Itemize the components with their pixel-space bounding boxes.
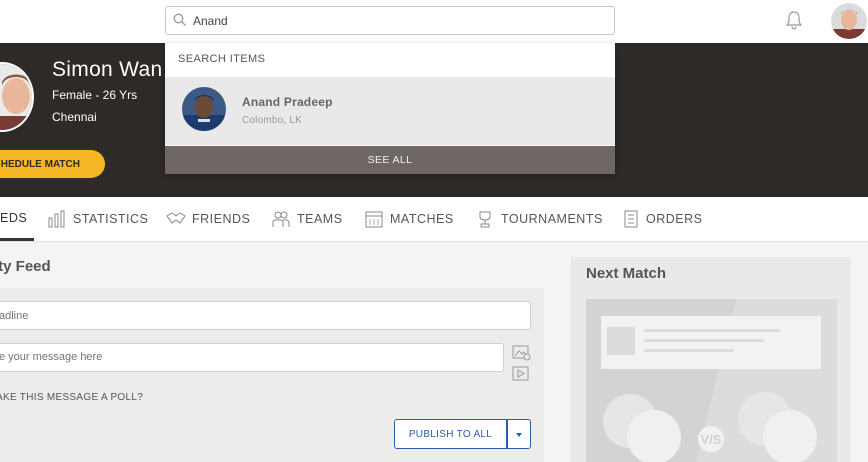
tab-label: ORDERS [646, 212, 703, 226]
calendar-icon [365, 211, 383, 228]
next-match-title: Next Match [586, 265, 667, 282]
bell-icon[interactable] [785, 10, 803, 30]
tab-label: EDS [0, 210, 28, 225]
message-input[interactable] [0, 343, 504, 372]
poll-toggle-label[interactable]: AKE THIS MESSAGE A POLL? [0, 392, 143, 403]
schedule-match-button[interactable]: HEDULE MATCH [0, 150, 105, 178]
tab-teams[interactable]: TEAMS [271, 197, 343, 241]
activity-feed-title: ity Feed [0, 258, 51, 275]
search-icon [173, 13, 186, 26]
user-avatar[interactable] [831, 3, 867, 39]
team-icon [272, 211, 290, 227]
next-match-card[interactable]: V/S [586, 299, 837, 462]
profile-city: Chennai [52, 110, 97, 124]
result-location: Colombo, LK [242, 115, 303, 126]
handshake-icon [166, 212, 186, 224]
top-bar [0, 0, 868, 43]
trophy-icon [479, 211, 491, 228]
tab-label: FRIENDS [192, 212, 251, 226]
search-result-item[interactable]: Anand Pradeep Colombo, LK [165, 77, 615, 145]
tab-label: TEAMS [297, 212, 343, 226]
see-all-button[interactable]: SEE ALL [165, 146, 615, 174]
bar-chart-icon [48, 210, 65, 228]
profile-tabs: EDS STATISTICS FRIENDS TEAMS MATCHES TOU… [0, 197, 868, 242]
search-box[interactable] [165, 6, 615, 35]
tab-label: STATISTICS [73, 212, 149, 226]
headline-input[interactable] [0, 301, 531, 330]
publish-options-dropdown[interactable] [507, 419, 531, 449]
tab-statistics[interactable]: STATISTICS [47, 197, 148, 241]
vs-label: V/S [701, 432, 722, 447]
result-name: Anand Pradeep [242, 95, 333, 109]
search-items-header: SEARCH ITEMS [178, 53, 266, 65]
tab-friends[interactable]: FRIENDS [166, 197, 250, 241]
match-placeholder-graphic: V/S [601, 299, 837, 462]
tab-label: TOURNAMENTS [501, 212, 603, 226]
profile-name: Simon Wan [52, 58, 163, 81]
image-upload-icon[interactable] [512, 345, 531, 361]
tab-matches[interactable]: MATCHES [364, 197, 454, 241]
receipt-icon [624, 210, 638, 228]
profile-gender-age: Female - 26 Yrs [52, 88, 138, 102]
tab-orders[interactable]: ORDERS [622, 197, 702, 241]
result-avatar [182, 87, 226, 131]
publish-button[interactable]: PUBLISH TO ALL [394, 419, 507, 449]
video-upload-icon[interactable] [512, 366, 531, 382]
tab-label: MATCHES [390, 212, 454, 226]
tab-tournaments[interactable]: TOURNAMENTS [475, 197, 603, 241]
tab-feeds[interactable]: EDS [0, 197, 34, 241]
search-input[interactable] [193, 12, 603, 30]
search-results-dropdown: SEARCH ITEMS Anand Pradeep Colombo, LK S… [165, 43, 615, 174]
